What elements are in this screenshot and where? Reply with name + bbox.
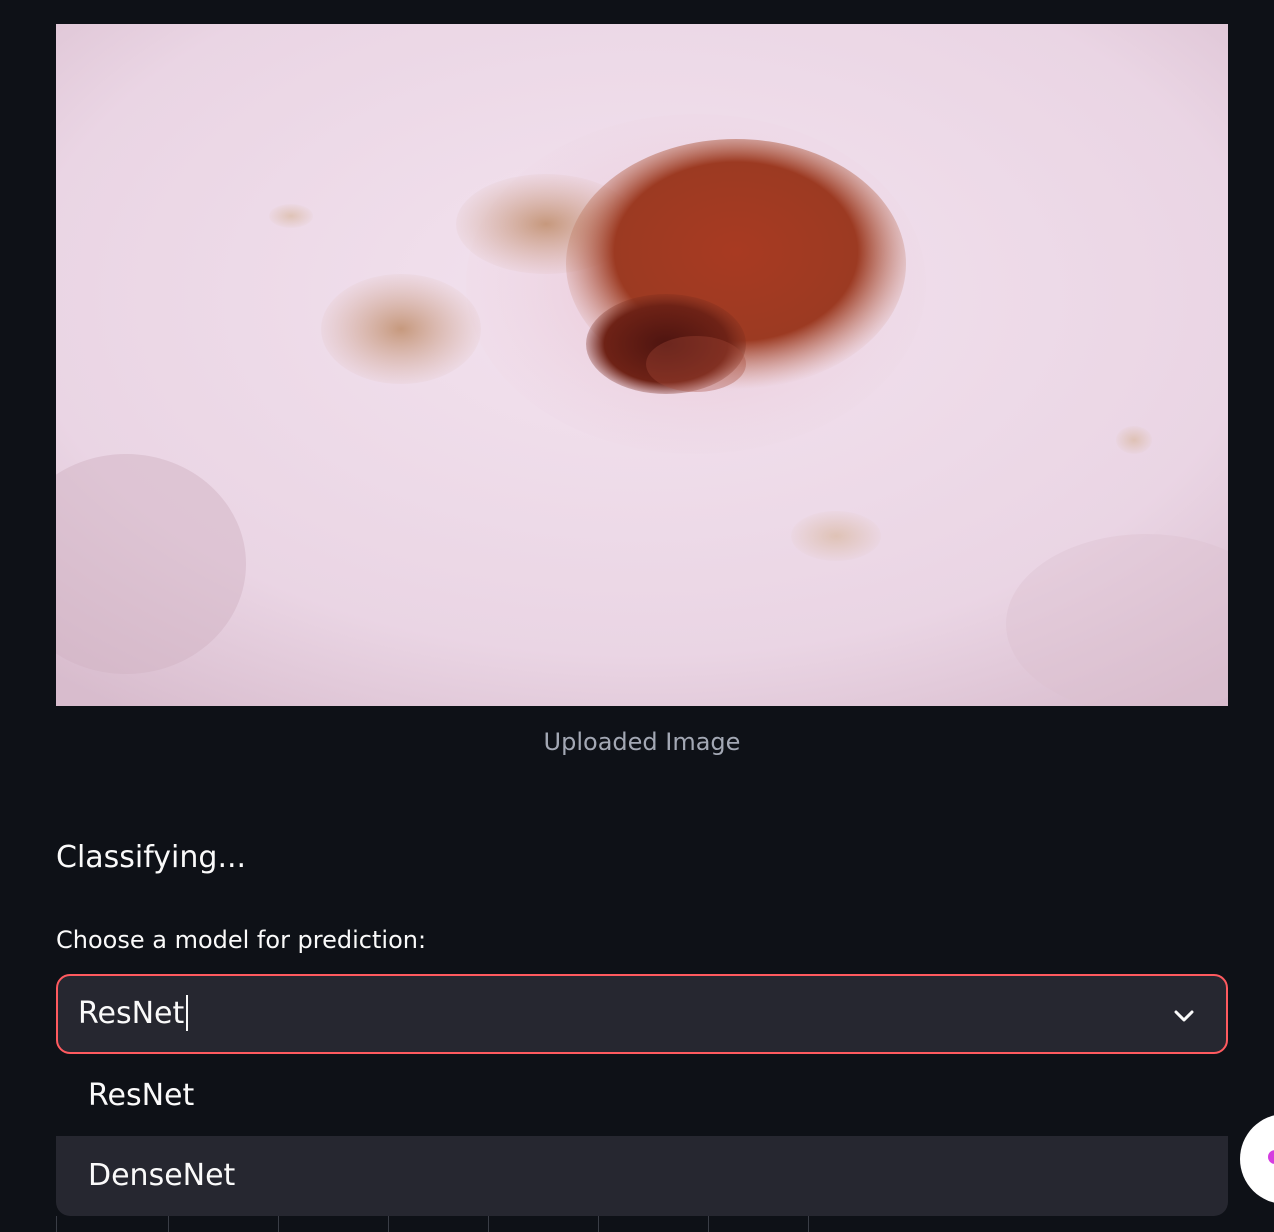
table-header-lines (56, 1216, 816, 1232)
model-select-input[interactable]: ResNet (56, 974, 1228, 1054)
app-page: Uploaded Image Classifying... Choose a m… (0, 0, 1274, 1232)
image-caption: Uploaded Image (543, 728, 741, 756)
classifying-status-text: Classifying... (56, 840, 247, 875)
dropdown-option-resnet[interactable]: ResNet (56, 1056, 1228, 1136)
model-select-label: Choose a model for prediction: (56, 926, 427, 954)
uploaded-skin-lesion-image (56, 24, 1228, 706)
text-cursor (186, 994, 189, 1031)
dropdown-option-densenet[interactable]: DenseNet (56, 1136, 1228, 1216)
model-select-value[interactable]: ResNet (78, 996, 184, 1031)
floating-chat-button[interactable] (1240, 1114, 1274, 1204)
model-select-value-wrapper[interactable]: ResNet (78, 994, 189, 1034)
chevron-down-icon[interactable] (1170, 1002, 1198, 1030)
model-dropdown-menu: ResNet DenseNet (56, 1056, 1228, 1216)
chat-bubble-icon (1268, 1150, 1274, 1164)
